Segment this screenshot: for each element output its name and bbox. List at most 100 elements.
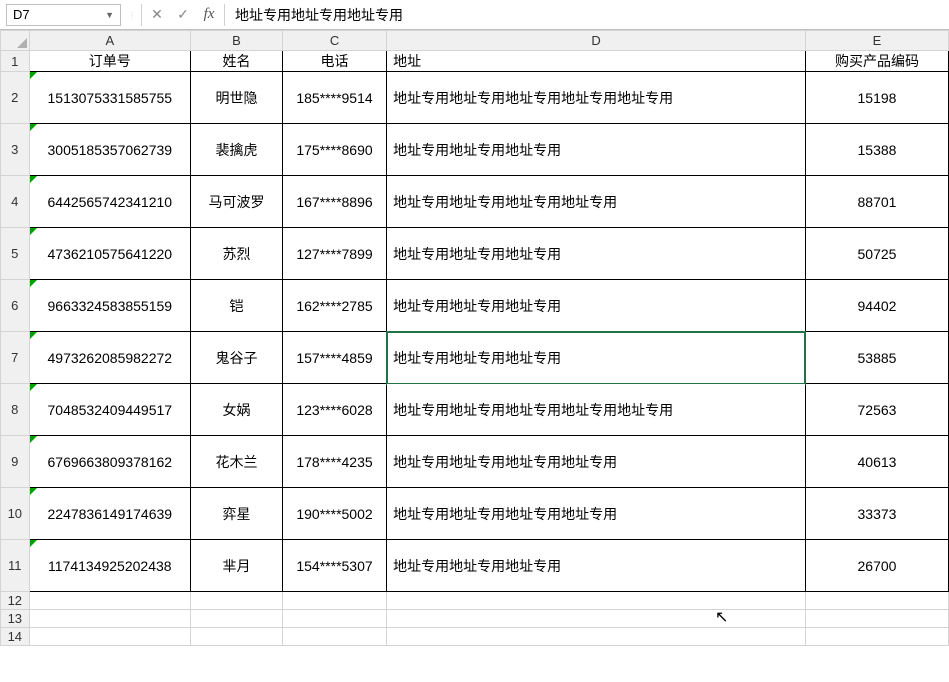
cell[interactable]: 88701 xyxy=(805,176,948,228)
row-header-11[interactable]: 11 xyxy=(1,540,30,592)
spreadsheet-grid[interactable]: ABCDE 1订单号姓名电话地址购买产品编码 21513075331585755明… xyxy=(0,30,949,646)
row-header-8[interactable]: 8 xyxy=(1,384,30,436)
cell[interactable]: 地址专用地址专用地址专用地址专用地址专用 xyxy=(387,72,806,124)
name-box[interactable]: D7 ▼ xyxy=(6,4,121,26)
cell-value: 15198 xyxy=(858,90,897,106)
cell[interactable]: 6442565742341210 xyxy=(29,176,190,228)
cell[interactable]: 53885 xyxy=(805,332,948,384)
cell[interactable]: 26700 xyxy=(805,540,948,592)
cell[interactable]: 芈月 xyxy=(190,540,282,592)
row-header-9[interactable]: 9 xyxy=(1,436,30,488)
cell[interactable] xyxy=(387,610,806,628)
row-header-7[interactable]: 7 xyxy=(1,332,30,384)
row-header-3[interactable]: 3 xyxy=(1,124,30,176)
cell[interactable] xyxy=(282,628,386,646)
column-header-C[interactable]: C xyxy=(282,31,386,51)
cell[interactable]: 40613 xyxy=(805,436,948,488)
fx-button[interactable]: fx xyxy=(196,4,222,26)
cell[interactable]: 162****2785 xyxy=(282,280,386,332)
cell[interactable]: 马可波罗 xyxy=(190,176,282,228)
cell[interactable]: 苏烈 xyxy=(190,228,282,280)
cell[interactable]: 裴擒虎 xyxy=(190,124,282,176)
cell[interactable]: 地址专用地址专用地址专用 xyxy=(387,280,806,332)
cell[interactable]: 鬼谷子 xyxy=(190,332,282,384)
cell-value: 88701 xyxy=(858,194,897,210)
cell[interactable] xyxy=(29,592,190,610)
row-header-10[interactable]: 10 xyxy=(1,488,30,540)
row-header-1[interactable]: 1 xyxy=(1,51,30,72)
cell[interactable]: 15388 xyxy=(805,124,948,176)
cell[interactable]: 185****9514 xyxy=(282,72,386,124)
header-cell[interactable]: 姓名 xyxy=(190,51,282,72)
cell[interactable]: 花木兰 xyxy=(190,436,282,488)
cell[interactable] xyxy=(282,610,386,628)
cell[interactable]: 123****6028 xyxy=(282,384,386,436)
row-header-4[interactable]: 4 xyxy=(1,176,30,228)
cell[interactable]: 94402 xyxy=(805,280,948,332)
cell[interactable]: 127****7899 xyxy=(282,228,386,280)
cell[interactable]: 157****4859 xyxy=(282,332,386,384)
header-cell[interactable]: 购买产品编码 xyxy=(805,51,948,72)
cell[interactable]: 地址专用地址专用地址专用地址专用 xyxy=(387,436,806,488)
cell[interactable]: 154****5307 xyxy=(282,540,386,592)
cell[interactable]: 明世隐 xyxy=(190,72,282,124)
cell[interactable] xyxy=(190,610,282,628)
cell[interactable]: 1174134925202438 xyxy=(29,540,190,592)
confirm-button[interactable]: ✓ xyxy=(170,4,196,26)
cell[interactable]: 地址专用地址专用地址专用地址专用地址专用 xyxy=(387,384,806,436)
cancel-button[interactable]: ✕ xyxy=(144,4,170,26)
column-header-E[interactable]: E xyxy=(805,31,948,51)
cell[interactable]: 15198 xyxy=(805,72,948,124)
cell[interactable]: 地址专用地址专用地址专用 xyxy=(387,540,806,592)
cell[interactable]: 地址专用地址专用地址专用 xyxy=(387,228,806,280)
resize-handle-icon[interactable]: ⋮⋮ xyxy=(125,11,139,19)
cell[interactable]: 地址专用地址专用地址专用 xyxy=(387,124,806,176)
header-cell[interactable]: 电话 xyxy=(282,51,386,72)
cell[interactable]: 地址专用地址专用地址专用地址专用 xyxy=(387,488,806,540)
row-header-5[interactable]: 5 xyxy=(1,228,30,280)
column-header-A[interactable]: A xyxy=(29,31,190,51)
cell[interactable]: 178****4235 xyxy=(282,436,386,488)
cell[interactable]: 4973262085982272 xyxy=(29,332,190,384)
cell[interactable]: 6769663809378162 xyxy=(29,436,190,488)
cell[interactable]: 167****8896 xyxy=(282,176,386,228)
cell[interactable] xyxy=(387,592,806,610)
cell[interactable] xyxy=(805,610,948,628)
row-header-6[interactable]: 6 xyxy=(1,280,30,332)
cell[interactable]: 弈星 xyxy=(190,488,282,540)
cell[interactable] xyxy=(387,628,806,646)
cell[interactable]: 2247836149174639 xyxy=(29,488,190,540)
cell[interactable]: 7048532409449517 xyxy=(29,384,190,436)
cell[interactable]: 50725 xyxy=(805,228,948,280)
formula-input[interactable] xyxy=(227,4,949,26)
cell[interactable]: 33373 xyxy=(805,488,948,540)
cell[interactable]: 地址专用地址专用地址专用地址专用 xyxy=(387,176,806,228)
cell[interactable]: 4736210575641220 xyxy=(29,228,190,280)
cell[interactable] xyxy=(282,592,386,610)
cell[interactable]: 72563 xyxy=(805,384,948,436)
column-header-D[interactable]: D xyxy=(387,31,806,51)
header-cell[interactable]: 地址 xyxy=(387,51,806,72)
cell[interactable]: 地址专用地址专用地址专用 xyxy=(387,332,806,384)
cell[interactable] xyxy=(805,592,948,610)
header-cell[interactable]: 订单号 xyxy=(29,51,190,72)
cell[interactable] xyxy=(29,628,190,646)
cell[interactable] xyxy=(190,592,282,610)
cell[interactable]: 铠 xyxy=(190,280,282,332)
cell-value: 地址专用地址专用地址专用地址专用地址专用 xyxy=(393,402,673,418)
cell[interactable]: 女娲 xyxy=(190,384,282,436)
cell[interactable] xyxy=(805,628,948,646)
cell[interactable]: 175****8690 xyxy=(282,124,386,176)
cell[interactable]: 190****5002 xyxy=(282,488,386,540)
cell[interactable]: 9663324583855159 xyxy=(29,280,190,332)
row-header-13[interactable]: 13 xyxy=(1,610,30,628)
row-header-2[interactable]: 2 xyxy=(1,72,30,124)
cell[interactable]: 3005185357062739 xyxy=(29,124,190,176)
row-header-12[interactable]: 12 xyxy=(1,592,30,610)
cell[interactable] xyxy=(29,610,190,628)
select-all-corner[interactable] xyxy=(1,31,30,51)
cell[interactable] xyxy=(190,628,282,646)
cell[interactable]: 1513075331585755 xyxy=(29,72,190,124)
column-header-B[interactable]: B xyxy=(190,31,282,51)
row-header-14[interactable]: 14 xyxy=(1,628,30,646)
